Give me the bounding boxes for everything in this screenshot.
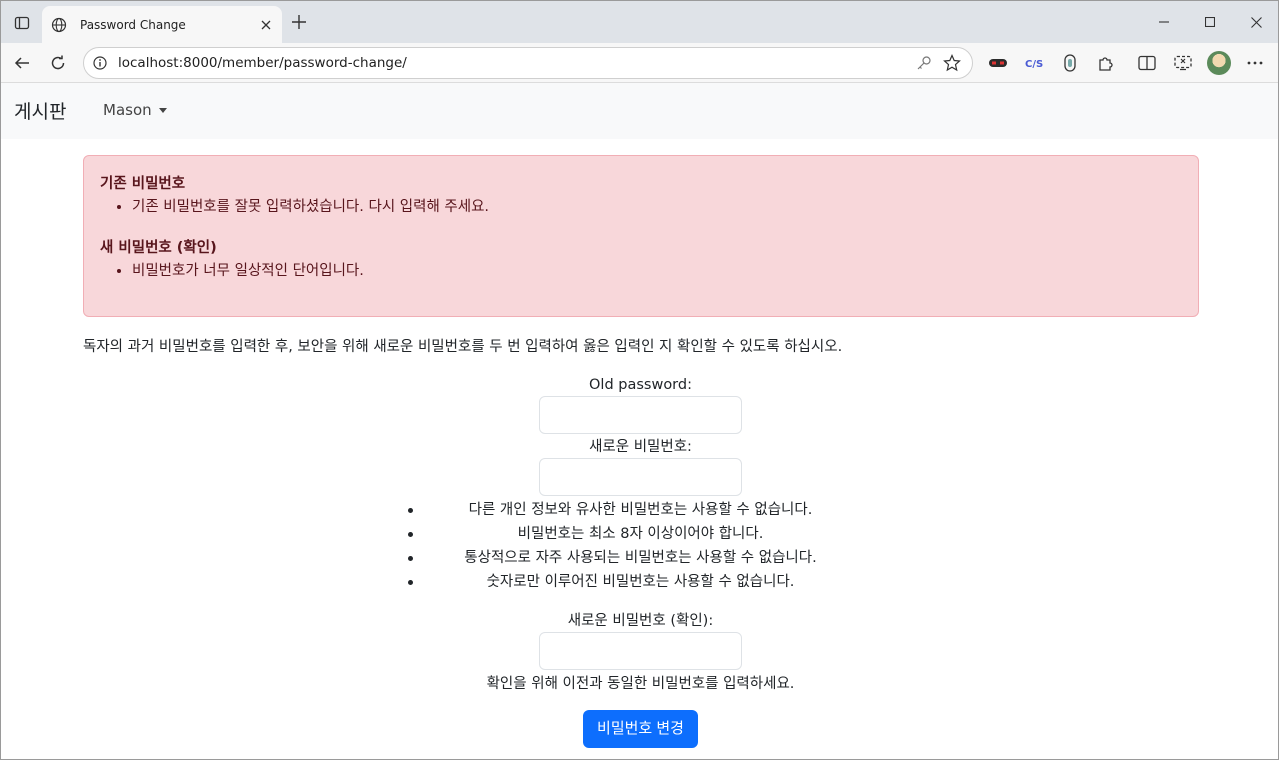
change-password-button[interactable]: 비밀번호 변경 (583, 710, 698, 748)
more-options-icon[interactable] (1241, 49, 1269, 77)
confirm-hint: 확인을 위해 이전과 동일한 비밀번호를 입력하세요. (486, 676, 795, 692)
help-item: 통상적으로 자주 사용되는 비밀번호는 사용할 수 없습니다. (407, 546, 871, 570)
confirm-password-input[interactable] (539, 632, 742, 670)
error-group: 새 비밀번호 (확인) 비밀번호가 너무 일상적인 단어입니다. (100, 236, 1182, 281)
user-dropdown[interactable]: Mason (103, 101, 167, 119)
favorite-star-icon[interactable] (938, 49, 966, 77)
extension-pill-icon[interactable] (1056, 49, 1084, 77)
old-password-input[interactable] (539, 396, 742, 434)
tab-title: Password Change (80, 17, 186, 32)
error-message: 기존 비밀번호를 잘못 입력하셨습니다. 다시 입력해 주세요. (132, 197, 1182, 217)
back-icon[interactable] (8, 49, 36, 77)
tab-active[interactable]: Password Change (42, 6, 282, 43)
help-item: 숫자로만 이루어진 비밀번호는 사용할 수 없습니다. (407, 570, 871, 594)
screenshot-icon[interactable] (1169, 49, 1197, 77)
site-brand[interactable]: 게시판 (14, 97, 66, 124)
globe-icon (50, 16, 68, 34)
minimize-icon[interactable] (1141, 1, 1187, 43)
address-bar[interactable]: localhost:8000/member/password-change/ (83, 47, 973, 79)
password-change-form: Old password: 새로운 비밀번호: 다른 개인 정보와 유사한 비밀… (1, 374, 1278, 748)
help-item: 다른 개인 정보와 유사한 비밀번호는 사용할 수 없습니다. (407, 498, 871, 522)
error-field-title: 기존 비밀번호 (100, 176, 186, 192)
reload-icon[interactable] (44, 49, 72, 77)
error-message: 비밀번호가 너무 일상적인 단어입니다. (132, 261, 1182, 281)
close-window-icon[interactable] (1233, 1, 1278, 43)
url-text[interactable]: localhost:8000/member/password-change/ (118, 55, 910, 71)
key-icon[interactable] (910, 49, 938, 77)
extension-mask-icon[interactable] (984, 49, 1012, 77)
extension-cjs-icon[interactable]: C/S (1020, 49, 1048, 77)
error-alert: 기존 비밀번호 기존 비밀번호를 잘못 입력하셨습니다. 다시 입력해 주세요.… (83, 155, 1199, 317)
browser-window: Password Change localhost:8000/member/pa… (0, 0, 1279, 760)
error-field-title: 새 비밀번호 (확인) (100, 240, 217, 256)
new-tab-icon[interactable] (288, 11, 310, 33)
maximize-icon[interactable] (1187, 1, 1233, 43)
confirm-password-label: 새로운 비밀번호 (확인): (567, 613, 714, 629)
password-help-list: 다른 개인 정보와 유사한 비밀번호는 사용할 수 없습니다. 비밀번호는 최소… (1, 498, 1278, 594)
user-name: Mason (103, 101, 152, 119)
profile-avatar[interactable] (1207, 51, 1231, 75)
split-screen-icon[interactable] (1133, 49, 1161, 77)
close-tab-icon[interactable] (256, 15, 276, 35)
site-info-icon[interactable] (92, 55, 108, 71)
new-password-input[interactable] (539, 458, 742, 496)
help-item: 비밀번호는 최소 8자 이상이어야 합니다. (407, 522, 871, 546)
extensions-puzzle-icon[interactable] (1092, 49, 1120, 77)
error-group: 기존 비밀번호 기존 비밀번호를 잘못 입력하셨습니다. 다시 입력해 주세요. (100, 172, 1182, 217)
tab-actions-icon[interactable] (9, 10, 35, 36)
old-password-label: Old password: (589, 377, 692, 393)
svg-text:C/S: C/S (1025, 59, 1043, 70)
new-password-label: 새로운 비밀번호: (589, 439, 692, 455)
intro-text: 독자의 과거 비밀번호를 입력한 후, 보안을 위해 새로운 비밀번호를 두 번… (83, 339, 843, 355)
site-navbar: 게시판 Mason (1, 83, 1278, 139)
caret-down-icon (158, 107, 167, 113)
browser-toolbar: localhost:8000/member/password-change/ C… (1, 43, 1278, 83)
tab-strip: Password Change (1, 1, 1278, 43)
